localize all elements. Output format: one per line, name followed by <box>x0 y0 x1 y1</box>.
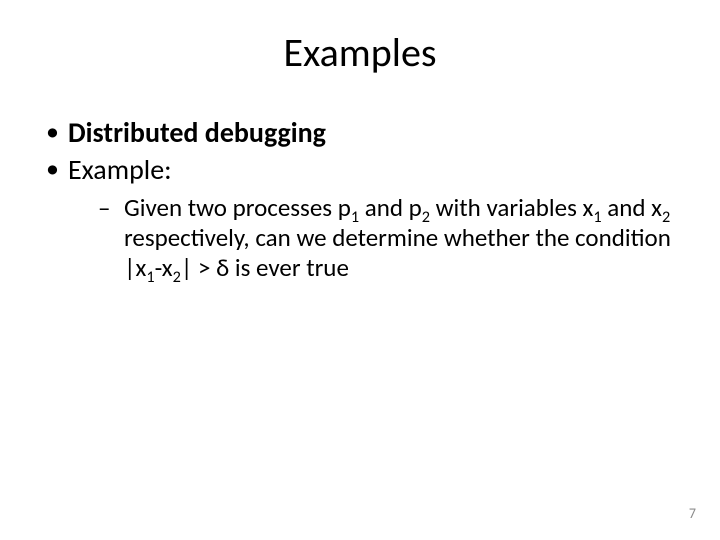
sub-text-3: and x <box>602 192 662 223</box>
sub-text-5: -x <box>155 252 173 283</box>
sub-text-0: Given two processes p <box>124 192 351 223</box>
sub-text-6: | > δ is ever true <box>181 252 349 283</box>
sub-text-1: and p <box>359 192 422 223</box>
page-number: 7 <box>689 505 696 522</box>
sub-bullet-item: Given two processes p1 and p2 with varia… <box>68 193 680 283</box>
bullet-list-level2: Given two processes p1 and p2 with varia… <box>68 193 680 283</box>
slide: Examples Distributed debugging Example: … <box>0 0 720 540</box>
bullet-item-2: Example: Given two processes p1 and p2 w… <box>40 152 680 283</box>
subscript-1c: 1 <box>146 268 154 287</box>
sub-text-2: with variables x <box>430 192 593 223</box>
bullet-item-1: Distributed debugging <box>40 115 680 150</box>
bullet-list-level1: Distributed debugging Example: Given two… <box>40 115 680 283</box>
bullet-item-2-text: Example: <box>68 152 172 187</box>
bullet-item-1-text: Distributed debugging <box>68 115 326 150</box>
subscript-2c: 2 <box>173 268 181 287</box>
slide-title: Examples <box>40 28 680 77</box>
